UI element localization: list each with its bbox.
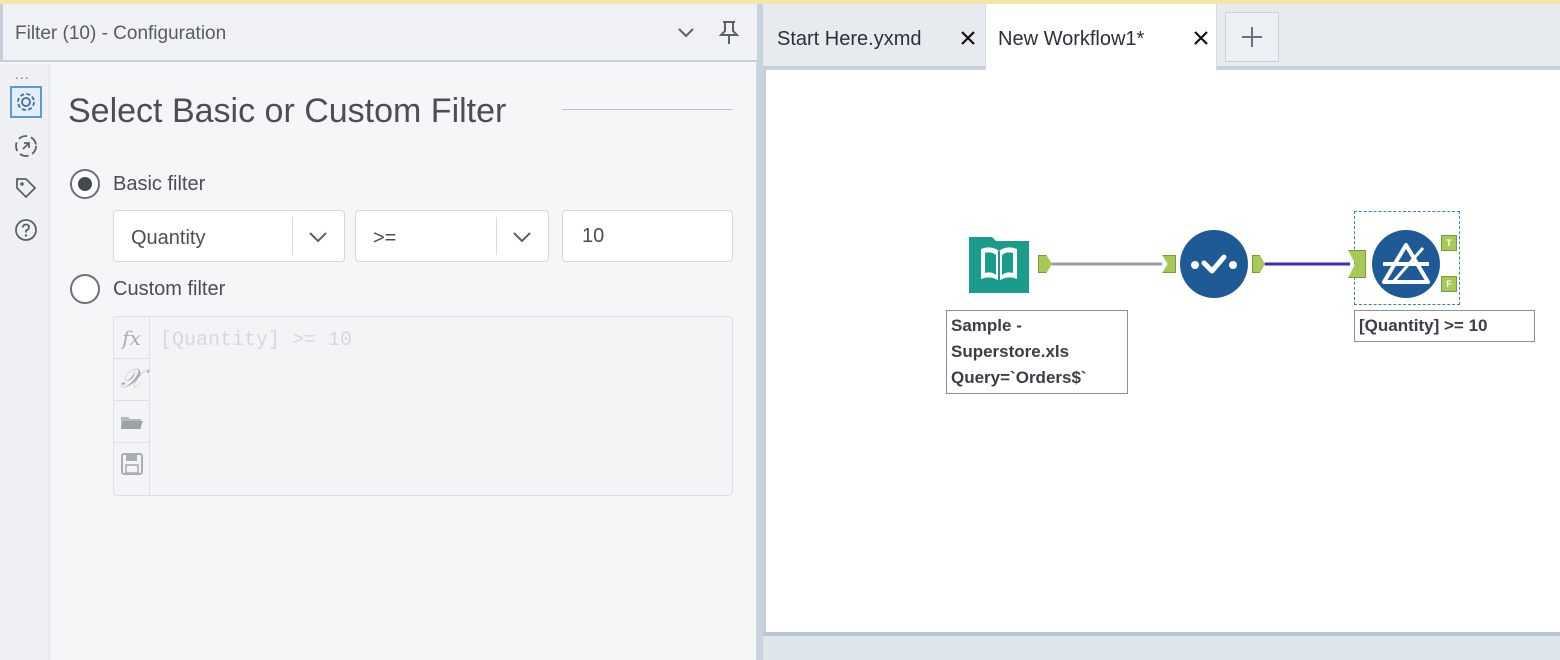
results-panel-edge <box>763 632 1560 660</box>
filter-tool-annotation: [Quantity] >= 10 <box>1354 310 1535 342</box>
book-icon <box>969 237 1029 293</box>
input-tool-annotation: Sample - Superstore.xls Query=`Orders$` <box>946 310 1128 394</box>
annotation-line: Superstore.xls <box>951 342 1070 361</box>
true-anchor[interactable]: T <box>1441 235 1457 251</box>
input-data-tool[interactable] <box>966 231 1032 297</box>
workflow-connections <box>1052 262 1350 266</box>
select-tool[interactable] <box>1180 230 1248 298</box>
annotation-line: Sample - <box>951 316 1022 335</box>
annotation-line: [Quantity] >= 10 <box>1359 316 1488 335</box>
annotation-line: Query=`Orders$` <box>951 368 1087 387</box>
checkmark-dots-icon <box>1191 254 1237 274</box>
filter-tool[interactable] <box>1372 230 1440 298</box>
false-anchor[interactable]: F <box>1441 276 1457 292</box>
filter-triangle-icon <box>1382 243 1430 284</box>
